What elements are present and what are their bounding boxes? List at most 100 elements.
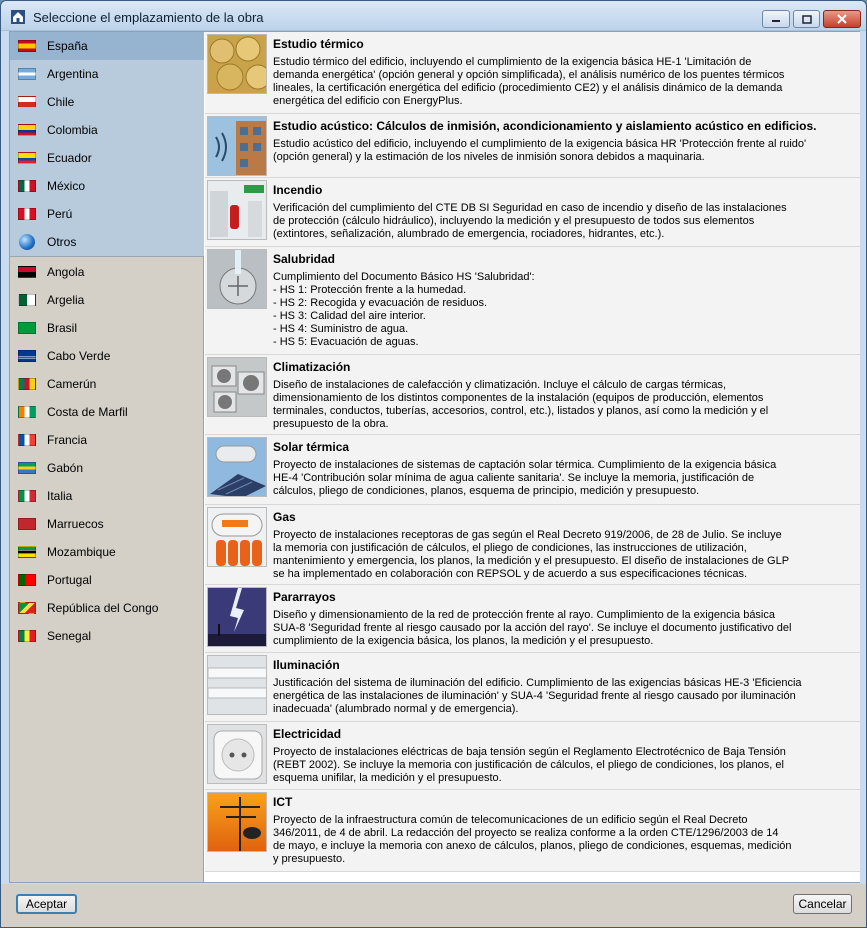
ivory-coast-flag-icon <box>18 406 36 418</box>
country-item-ivory-coast[interactable]: Costa de Marfil <box>10 398 204 426</box>
mozambique-flag-icon <box>18 546 36 558</box>
title-bar[interactable]: Seleccione el emplazamiento de la obra <box>1 1 866 31</box>
acoustic-facade-thumbnail <box>207 116 267 176</box>
country-label: Colombia <box>47 123 98 137</box>
module-item[interactable]: Estudio acústico: Cálculos de inmisión, … <box>205 114 860 178</box>
module-title: Estudio acústico: Cálculos de inmisión, … <box>273 119 817 133</box>
country-label: Gabón <box>47 461 84 475</box>
module-item[interactable]: Electricidad Proyecto de instalaciones el… <box>205 722 860 790</box>
country-label: Senegal <box>47 629 92 643</box>
module-description: Diseño de instalaciones de calefacción y… <box>273 379 769 430</box>
country-item-morocco[interactable]: Marruecos <box>10 510 204 538</box>
module-item[interactable]: Salubridad Cumplimiento del Documento Bás… <box>205 247 860 355</box>
country-label: Camerún <box>47 377 97 391</box>
module-item[interactable]: Iluminación Justificación del sistema de … <box>205 653 860 722</box>
country-item-france[interactable]: Francia <box>10 426 204 454</box>
module-title: Climatización <box>273 360 351 374</box>
window-title: Seleccione el emplazamiento de la obra <box>33 10 264 25</box>
close-button[interactable] <box>823 10 861 28</box>
country-item-mexico[interactable]: México <box>10 172 204 200</box>
country-item-colombia[interactable]: Colombia <box>10 116 204 144</box>
minimize-icon <box>772 20 780 22</box>
country-label: Brasil <box>47 321 78 335</box>
accept-button[interactable]: Aceptar <box>16 894 77 914</box>
country-item-globe[interactable]: Otros <box>10 228 204 256</box>
module-item[interactable]: Climatización Diseño de instalaciones de … <box>205 355 860 435</box>
module-item[interactable]: Solar térmica Proyecto de instalaciones d… <box>205 435 860 505</box>
italy-flag-icon <box>18 490 36 502</box>
module-list[interactable]: Estudio térmico Estudio térmico del edifi… <box>205 32 860 882</box>
country-label: República del Congo <box>47 601 159 615</box>
country-item-spain[interactable]: España <box>10 32 204 60</box>
module-title: Salubridad <box>273 252 336 266</box>
maximize-button[interactable] <box>793 10 820 28</box>
country-item-italy[interactable]: Italia <box>10 482 204 510</box>
country-item-cape-verde[interactable]: Cabo Verde <box>10 342 204 370</box>
module-description: Estudio acústico del edificio, incluyend… <box>273 138 807 163</box>
country-label: Cabo Verde <box>47 349 111 363</box>
country-item-ecuador[interactable]: Ecuador <box>10 144 204 172</box>
module-description: Proyecto de instalaciones de sistemas de… <box>273 459 777 497</box>
country-label: España <box>47 39 88 53</box>
country-label: Chile <box>47 95 75 109</box>
module-title: Pararrayos <box>273 590 336 604</box>
country-item-algeria[interactable]: Argelia <box>10 286 204 314</box>
module-description: Diseño y dimensionamiento de la red de p… <box>273 609 792 647</box>
algeria-flag-icon <box>18 294 36 306</box>
fire-extinguisher-thumbnail <box>207 180 267 240</box>
module-title: Estudio térmico <box>273 37 364 51</box>
country-item-angola[interactable]: Angola <box>10 258 204 286</box>
peru-flag-icon <box>18 208 36 220</box>
country-label: Francia <box>47 433 88 447</box>
angola-flag-icon <box>18 266 36 278</box>
country-label: Marruecos <box>47 517 104 531</box>
module-item[interactable]: Estudio térmico Estudio térmico del edifi… <box>205 32 860 114</box>
ecuador-flag-icon <box>18 152 36 164</box>
module-item[interactable]: Pararrayos Diseño y dimensionamiento de l… <box>205 585 860 653</box>
country-item-chile[interactable]: Chile <box>10 88 204 116</box>
module-title: Solar térmica <box>273 440 350 454</box>
dialog-window: Seleccione el emplazamiento de la obra E… <box>0 0 867 928</box>
module-description: Proyecto de instalaciones receptoras de … <box>273 529 790 580</box>
module-item[interactable]: Gas Proyecto de instalaciones receptoras … <box>205 505 860 585</box>
module-title: Gas <box>273 510 296 524</box>
module-title: Iluminación <box>273 658 340 672</box>
brazil-flag-icon <box>18 322 36 334</box>
country-label: Argelia <box>47 293 85 307</box>
country-item-argentina[interactable]: Argentina <box>10 60 204 88</box>
mexico-flag-icon <box>18 180 36 192</box>
maximize-icon <box>801 14 812 24</box>
country-label: Perú <box>47 207 73 221</box>
country-label: Mozambique <box>47 545 116 559</box>
module-item[interactable]: ICT Proyecto de la infraestructura común … <box>205 790 860 872</box>
country-item-gabon[interactable]: Gabón <box>10 454 204 482</box>
sidebar-divider <box>10 256 204 257</box>
app-icon <box>11 10 25 24</box>
country-item-brazil[interactable]: Brasil <box>10 314 204 342</box>
cape-verde-flag-icon <box>18 350 36 362</box>
france-flag-icon <box>18 434 36 446</box>
module-description: Verificación del cumplimiento del CTE DB… <box>273 202 787 240</box>
colombia-flag-icon <box>18 124 36 136</box>
drain-water-thumbnail <box>207 249 267 309</box>
module-description: Proyecto de la infraestructura común de … <box>273 814 792 865</box>
country-label: Portugal <box>47 573 92 587</box>
module-item[interactable]: Incendio Verificación del cumplimiento de… <box>205 178 860 247</box>
dialog-content: España Argentina Chile Colombia Ecuador Méxic… <box>9 31 860 883</box>
button-bar: Aceptar Cancelar <box>1 884 866 927</box>
cancel-button[interactable]: Cancelar <box>793 894 852 914</box>
minimize-button[interactable] <box>762 10 790 28</box>
country-item-congo[interactable]: República del Congo <box>10 594 204 622</box>
country-label: México <box>47 179 86 193</box>
portugal-flag-icon <box>18 574 36 586</box>
antenna-thumbnail <box>207 792 267 852</box>
country-item-cameroon[interactable]: Camerún <box>10 370 204 398</box>
insulation-rolls-thumbnail <box>207 34 267 94</box>
country-item-senegal[interactable]: Senegal <box>10 622 204 650</box>
module-description: Estudio térmico del edificio, incluyendo… <box>273 56 785 107</box>
country-item-peru[interactable]: Perú <box>10 200 204 228</box>
country-item-portugal[interactable]: Portugal <box>10 566 204 594</box>
gas-tank-thumbnail <box>207 507 267 567</box>
country-item-mozambique[interactable]: Mozambique <box>10 538 204 566</box>
module-description: Justificación del sistema de iluminación… <box>273 677 802 715</box>
